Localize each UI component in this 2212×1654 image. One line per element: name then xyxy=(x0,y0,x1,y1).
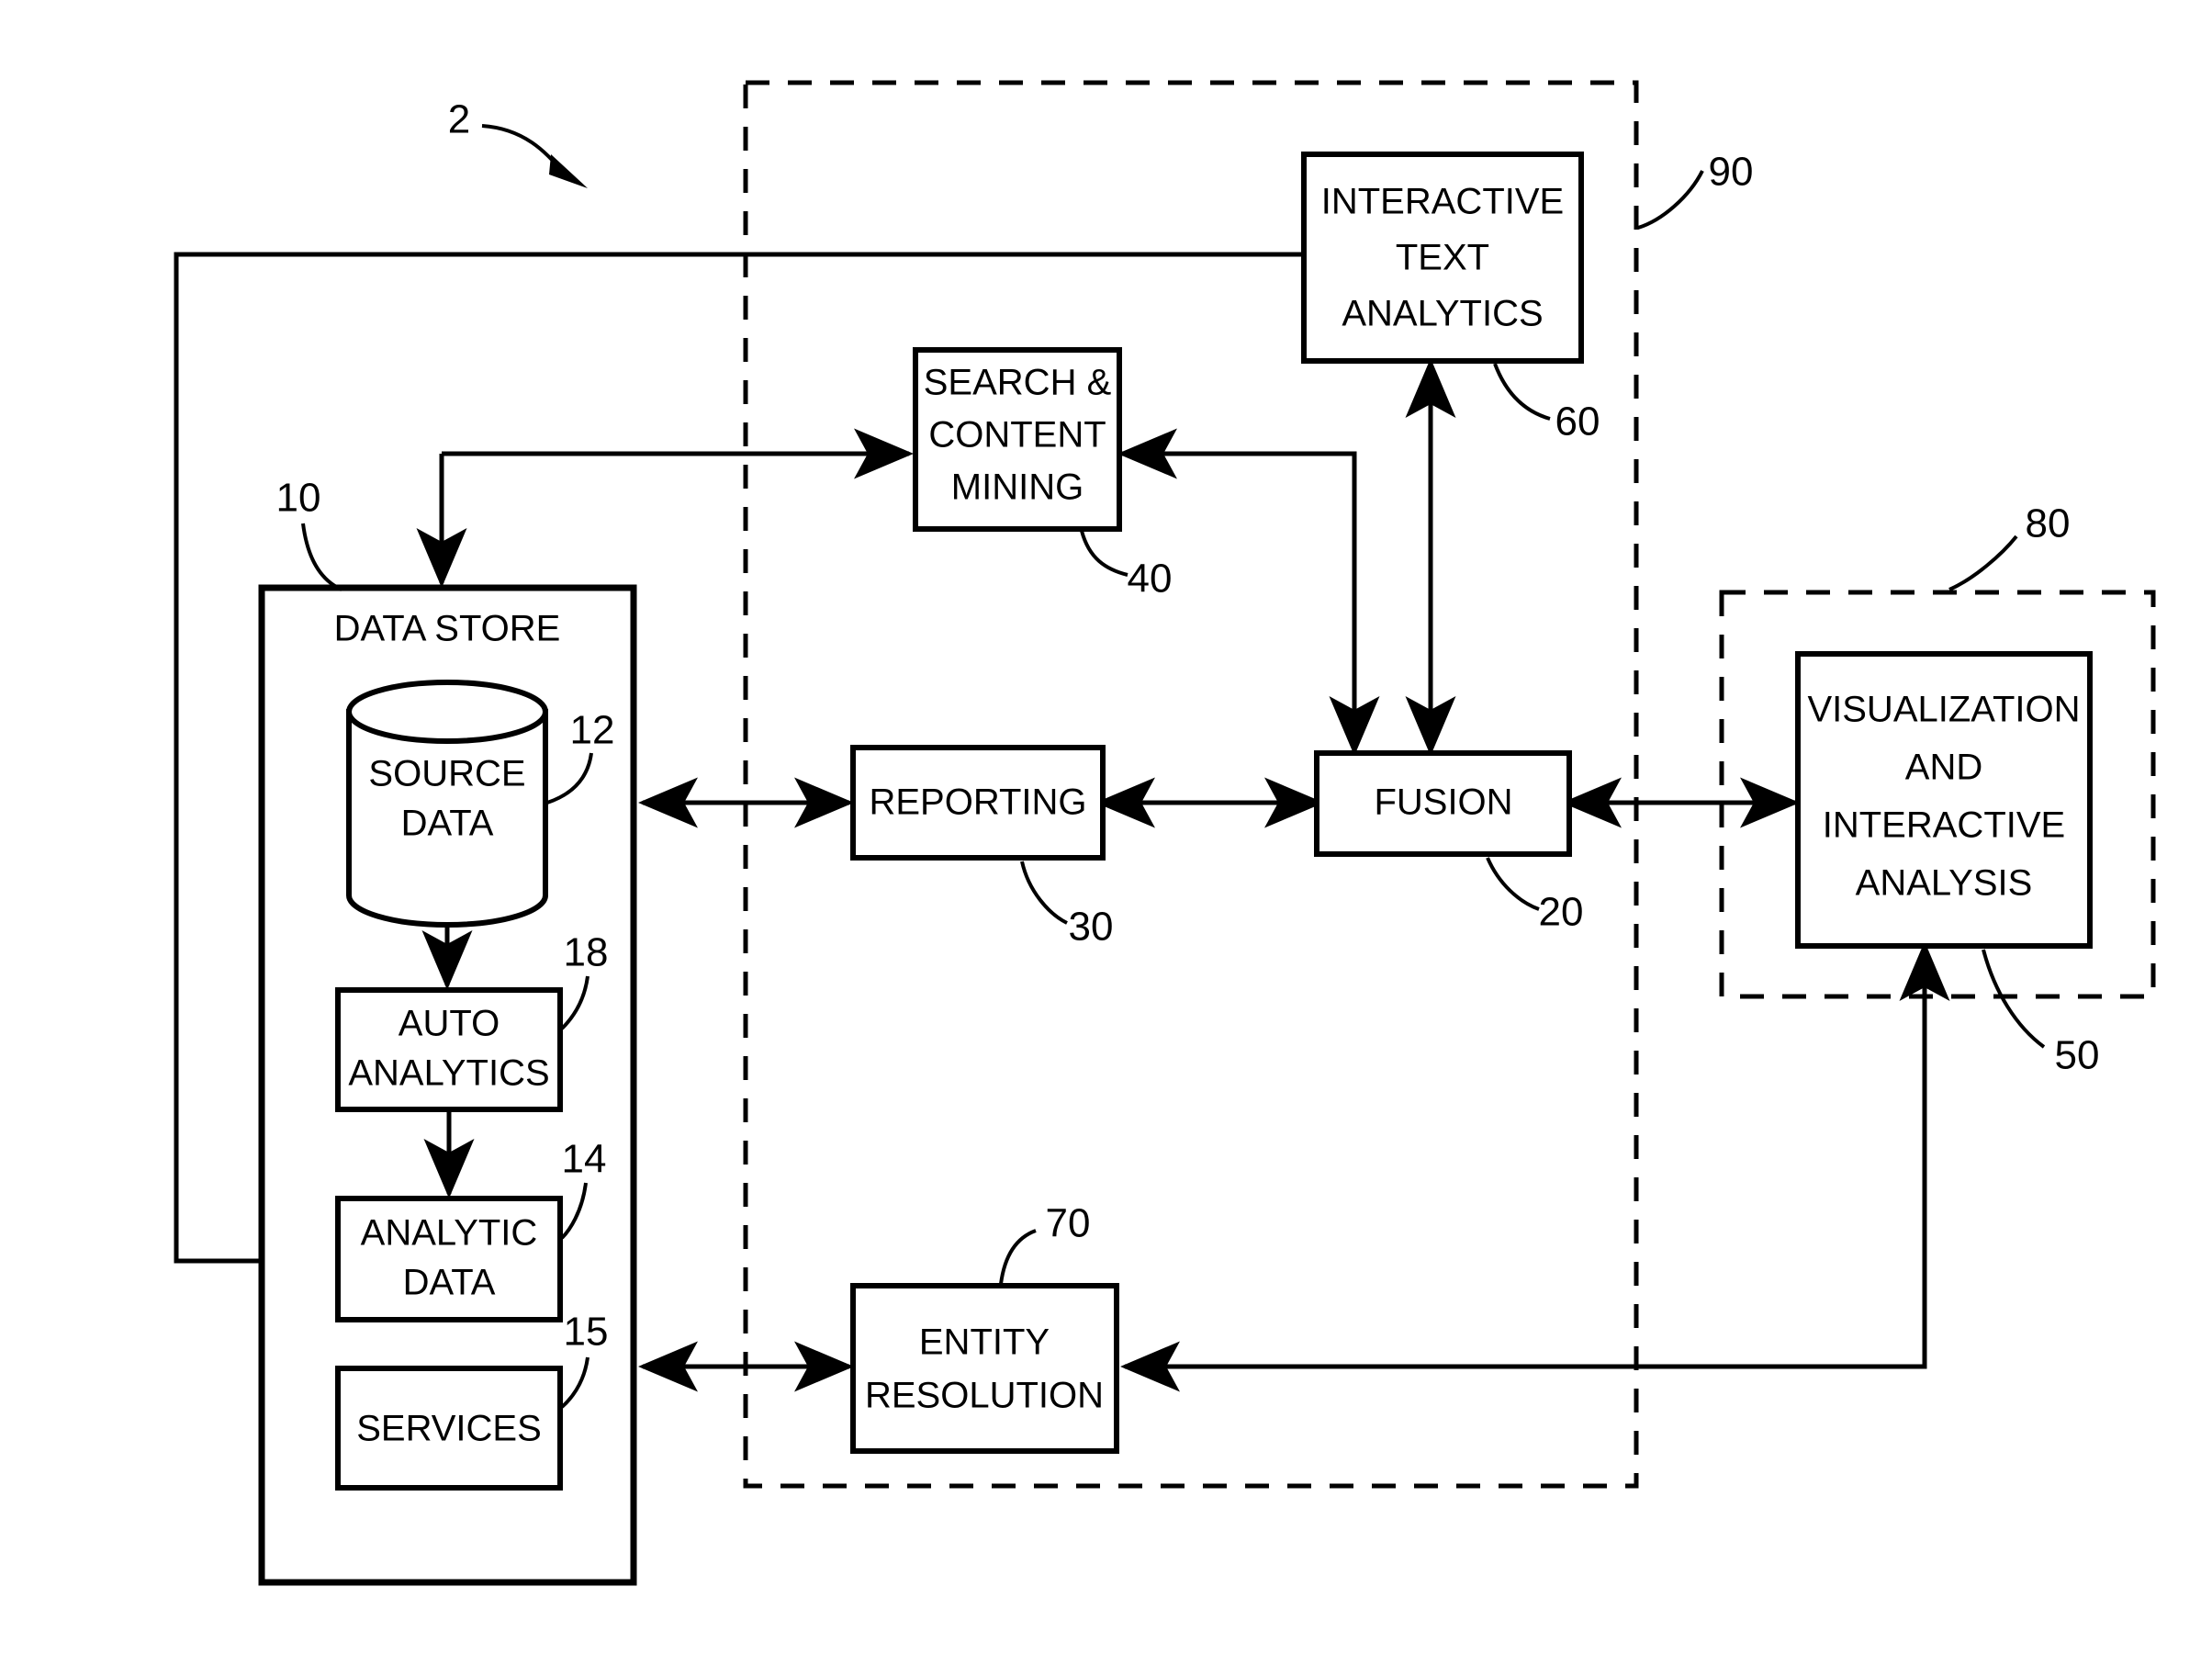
ref-reporting-30: 30 xyxy=(1069,905,1114,950)
ref-search-content-mining-40: 40 xyxy=(1128,557,1173,602)
data-store-label: DATA STORE xyxy=(334,609,561,649)
visualization-line4: ANALYSIS xyxy=(1856,863,2033,904)
lead-line-data-store xyxy=(301,523,342,591)
auto-analytics-line2: ANALYTICS xyxy=(348,1053,549,1094)
search-content-mining-line3: MINING xyxy=(951,467,1084,508)
lead-line-visualization-region xyxy=(1948,534,2018,591)
services-label: SERVICES xyxy=(356,1409,542,1449)
source-data-line1: SOURCE xyxy=(368,754,525,794)
ref-fusion-20: 20 xyxy=(1539,890,1584,935)
entity-resolution-box xyxy=(850,1283,1119,1454)
lead-line-interactive-text-analytics xyxy=(1493,363,1551,421)
fusion-label: FUSION xyxy=(1374,782,1512,823)
interactive-text-analytics-line3: ANALYTICS xyxy=(1342,294,1543,334)
ref-auto-analytics-18: 18 xyxy=(564,930,609,975)
lead-line-reporting xyxy=(1020,861,1068,925)
connector-search-mining-to-fusion-left xyxy=(1117,428,1357,751)
figure-arrowhead xyxy=(549,154,588,188)
entity-resolution-line1: ENTITY xyxy=(919,1322,1050,1363)
ref-visualization-region-80: 80 xyxy=(2026,501,2071,546)
ref-visualization-50: 50 xyxy=(2055,1033,2100,1078)
lead-line-fusion xyxy=(1486,857,1540,911)
source-data-line2: DATA xyxy=(401,804,494,844)
lead-line-entity-resolution xyxy=(999,1229,1037,1285)
ref-data-store-10: 10 xyxy=(276,476,321,521)
entity-resolution-line2: RESOLUTION xyxy=(865,1376,1104,1416)
ref-entity-resolution-70: 70 xyxy=(1046,1201,1091,1246)
interactive-text-analytics-line1: INTERACTIVE xyxy=(1321,182,1564,222)
ref-source-data-12: 12 xyxy=(570,708,615,753)
reporting-label: REPORTING xyxy=(869,782,1086,823)
analytic-data-line1: ANALYTIC xyxy=(361,1213,538,1254)
search-content-mining-line1: SEARCH & xyxy=(924,363,1112,403)
lead-line-analytics-platform xyxy=(1637,170,1704,230)
ref-analytics-platform-90: 90 xyxy=(1709,150,1754,195)
ref-services-15: 15 xyxy=(564,1310,609,1355)
visualization-line2: AND xyxy=(1905,748,1982,788)
analytic-data-line2: DATA xyxy=(403,1263,496,1303)
connector-visualization-to-entity-resolution xyxy=(1120,946,1927,1392)
auto-analytics-line1: AUTO xyxy=(399,1004,500,1044)
ref-interactive-text-analytics-60: 60 xyxy=(1555,399,1600,444)
search-content-mining-line2: CONTENT xyxy=(928,415,1106,456)
system-architecture-diagram: DATA STORE SOURCE DATA AUTO ANALYTICS AN… xyxy=(174,80,2156,1586)
ref-figure-2: 2 xyxy=(448,97,470,142)
interactive-text-analytics-line2: TEXT xyxy=(1396,238,1489,278)
lead-line-search-content-mining xyxy=(1080,530,1128,577)
ref-analytic-data-14: 14 xyxy=(562,1137,607,1182)
visualization-line1: VISUALIZATION xyxy=(1807,690,2080,730)
visualization-line3: INTERACTIVE xyxy=(1823,805,2065,846)
diagram-canvas: DATA STORE SOURCE DATA AUTO ANALYTICS AN… xyxy=(0,0,2212,1654)
